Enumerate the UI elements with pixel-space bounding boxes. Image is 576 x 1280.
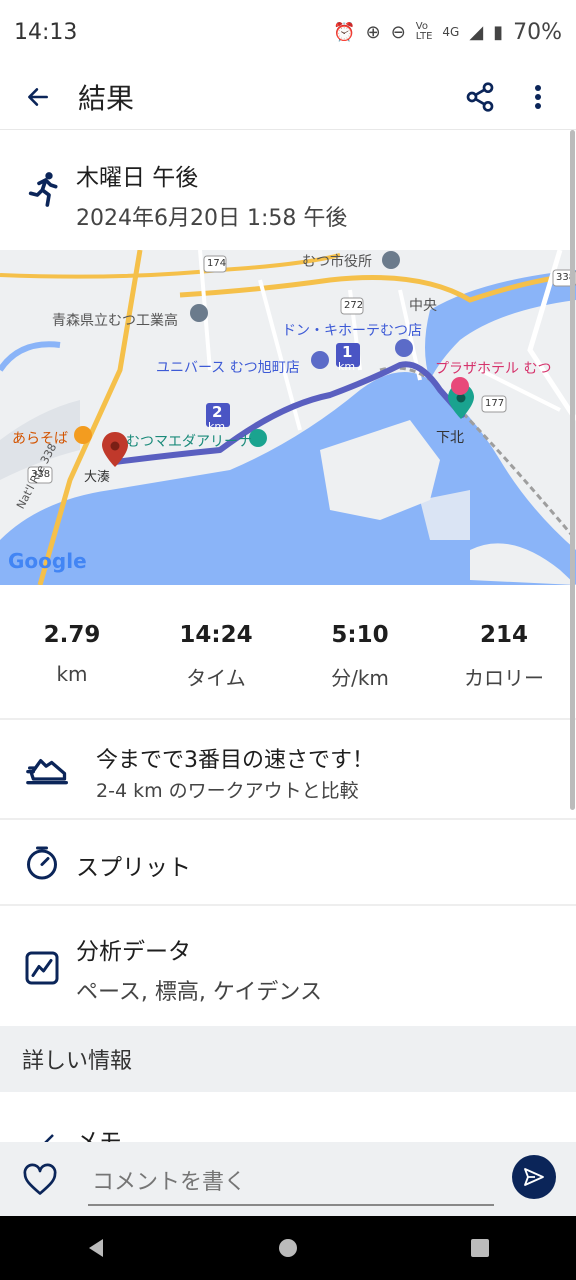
running-icon (28, 172, 58, 207)
map-label-donki: ドン・キホーテむつ店 (282, 323, 422, 339)
nav-home-icon[interactable] (277, 1237, 299, 1259)
send-icon (524, 1168, 544, 1186)
running-shoe-icon (26, 759, 68, 785)
map-route-338-west: 338 (31, 469, 51, 480)
stat-value: 5:10 (331, 622, 389, 648)
stat-value: 214 (479, 622, 528, 648)
nav-back-icon[interactable] (85, 1237, 107, 1259)
split-label: スプリット (76, 855, 191, 881)
more-vert-icon (535, 84, 541, 109)
system-nav-bar (0, 1216, 576, 1280)
analysis-row[interactable]: 分析データ ペース, 標高, ケイデンス (0, 908, 576, 1026)
activity-day: 木曜日 午後 (76, 165, 199, 191)
split-row[interactable]: スプリット (0, 820, 576, 906)
stat-unit: カロリー (464, 666, 544, 690)
activity-header: 木曜日 午後 2024年6月20日 1:58 午後 (0, 140, 576, 250)
activity-date: 2024年6月20日 1:58 午後 (76, 206, 348, 231)
map-route-177: 177 (485, 398, 505, 409)
map-label-city-hall: むつ市役所 (302, 254, 372, 270)
network-type: 4G (442, 25, 460, 39)
send-button[interactable] (512, 1155, 556, 1199)
map-label-ominato: 大湊 (84, 470, 111, 485)
memo-label: メモ (76, 1129, 122, 1142)
achievement-card[interactable]: 今までで3番目の速さです！ 2-4 km のワークアウトと比較 (0, 720, 576, 820)
comment-bar (0, 1142, 576, 1216)
km-marker-1: 1 (342, 343, 353, 361)
stopwatch-icon (27, 846, 57, 880)
stat-value: 14:24 (179, 622, 253, 648)
stat-time: 14:24 タイム (151, 600, 281, 718)
heart-icon[interactable] (22, 1162, 58, 1198)
volte-icon: Vo LTE (415, 21, 433, 42)
map-label-center: 中央 (409, 298, 437, 314)
stat-unit: 分/km (331, 666, 389, 690)
battery-level: 70% (513, 19, 562, 45)
stats-row: 2.79 km 14:24 タイム 5:10 分/km 214 カロリー (0, 600, 576, 720)
signal-icon: ◢ (469, 21, 484, 43)
app-bar: 結果 (0, 64, 576, 130)
map-label-hotel: プラザホテル むつ (435, 361, 552, 377)
scrollbar[interactable] (570, 130, 575, 810)
map-label-shimokita: 下北 (436, 430, 464, 446)
memo-row[interactable]: メモ (0, 1092, 576, 1142)
dnd-icon: ⊖ (390, 21, 406, 43)
analysis-subtitle: ペース, 標高, ケイデンス (76, 980, 322, 1005)
more-options-button[interactable] (516, 75, 560, 119)
battery-icon: ▮ (493, 21, 504, 43)
analysis-label: 分析データ (76, 939, 191, 965)
km-marker-2-unit: km (208, 420, 226, 433)
achievement-subtitle: 2-4 km のワークアウトと比較 (96, 780, 359, 802)
km-marker-1-unit: km (338, 360, 356, 373)
stat-unit: タイム (186, 666, 246, 690)
memo-icon (44, 1134, 54, 1142)
share-icon (466, 81, 494, 112)
map-label-school: 青森県立むつ工業高 (52, 313, 178, 329)
back-arrow-icon (28, 87, 48, 106)
achievement-title: 今までで3番目の速さです！ (96, 748, 374, 773)
status-time: 14:13 (14, 19, 78, 45)
back-button[interactable] (16, 75, 60, 119)
alarm-icon: ⏰ (333, 21, 356, 43)
data-saver-icon: ⊕ (365, 21, 381, 43)
nav-recents-icon[interactable] (469, 1237, 491, 1259)
comment-input[interactable] (88, 1160, 494, 1206)
map-route-272: 272 (344, 300, 364, 311)
map-label-arena: むつマエダアリーナ (126, 434, 252, 450)
stat-value: 2.79 (43, 622, 101, 648)
map-route-174: 174 (207, 258, 227, 269)
status-bar: 14:13 ⏰ ⊕ ⊖ Vo LTE 4G ◢ ▮ 70% (0, 0, 576, 64)
chart-line-icon (25, 951, 59, 985)
stat-pace: 5:10 分/km (295, 600, 425, 718)
page-title: 結果 (78, 81, 135, 115)
stat-distance: 2.79 km (7, 600, 137, 718)
map-label-universe: ユニバース むつ旭町店 (156, 360, 300, 376)
km-marker-2: 2 (212, 403, 223, 421)
map-label-arasoba: あらそば (12, 431, 68, 447)
details-section-header: 詳しい情報 (0, 1026, 576, 1092)
stat-calories: 214 カロリー (439, 600, 569, 718)
google-logo: Google (8, 549, 87, 573)
share-button[interactable] (458, 75, 502, 119)
route-map[interactable]: むつ市役所 青森県立むつ工業高 中央 ドン・キホーテむつ店 ユニバース むつ旭町… (0, 250, 576, 585)
stat-unit: km (56, 662, 88, 686)
